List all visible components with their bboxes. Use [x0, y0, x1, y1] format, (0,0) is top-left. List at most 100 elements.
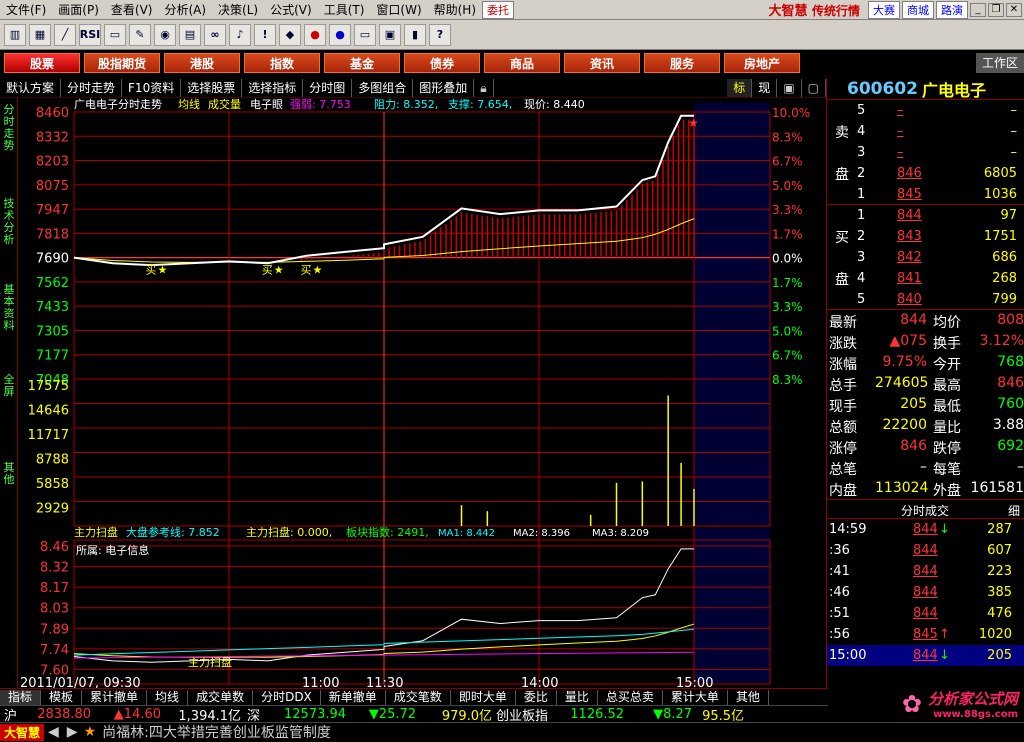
sh-value[interactable]: 2838.80 — [21, 707, 91, 722]
tick-row[interactable]: 15:00 844 ↓ 205 — [827, 645, 1024, 666]
news-prev-icon[interactable]: ◀ — [44, 724, 63, 740]
nav-fund[interactable]: 基金 — [324, 53, 400, 73]
collapse-icon[interactable]: ▢ — [802, 78, 826, 97]
panel-icon[interactable]: ▣ — [777, 78, 802, 97]
ruler-icon[interactable]: ▭ — [104, 23, 126, 46]
indicator-tab[interactable]: 总买总卖 — [598, 689, 663, 705]
indicator-tab[interactable]: 成交单数 — [188, 689, 254, 705]
indicator-tab[interactable]: 模板 — [41, 689, 83, 705]
screen-icon[interactable]: ▣ — [379, 23, 401, 46]
side-tab-other[interactable]: 其他 — [2, 462, 16, 492]
doc-icon[interactable]: ▭ — [354, 23, 376, 46]
rsi-icon[interactable]: RSI — [79, 23, 101, 46]
tab-label-biao[interactable]: 标 — [727, 78, 753, 97]
indicator-tab[interactable]: 累计撤单 — [82, 689, 148, 705]
option-default[interactable]: 默认方案 — [0, 78, 62, 97]
cy-value[interactable]: 1126.52 — [552, 707, 624, 722]
restore-icon[interactable]: ❐ — [988, 2, 1004, 17]
bell-icon[interactable]: ♪ — [229, 23, 251, 46]
nav-hk[interactable]: 港股 — [164, 53, 240, 73]
tick-row[interactable]: :41 844 223 — [827, 561, 1024, 582]
side-tab-intraday[interactable]: 分时走势 — [2, 104, 16, 174]
indicator-tab[interactable]: 新单撤单 — [321, 689, 386, 705]
menu-formula[interactable]: 公式(V) — [264, 1, 318, 18]
ticks-title[interactable]: 分时成交 — [901, 502, 949, 519]
ask-row[interactable]: 2 846 6805 — [857, 163, 1024, 184]
ask-row[interactable]: 5 – – — [857, 100, 1024, 121]
bars-icon[interactable]: ▮ — [404, 23, 426, 46]
circle-red-icon[interactable]: ● — [304, 23, 326, 46]
bid-row[interactable]: 2 843 1751 — [857, 226, 1024, 247]
indicator-tab[interactable]: 累计大单 — [663, 689, 728, 705]
tab-label-xian[interactable]: 现 — [752, 78, 778, 97]
nav-realestate[interactable]: 房地产 — [724, 53, 800, 73]
roadshow-button[interactable]: 路演 — [936, 0, 968, 19]
sz-value[interactable]: 12573.94 — [266, 707, 346, 722]
line-icon[interactable]: ╱ — [54, 23, 76, 46]
indicator-tab[interactable]: 委比 — [516, 689, 557, 705]
option-select-indicator[interactable]: 选择指标 — [242, 78, 304, 97]
tick-row[interactable]: :36 844 607 — [827, 540, 1024, 561]
menu-file[interactable]: 文件(F) — [0, 1, 52, 18]
contest-button[interactable]: 大赛 — [868, 0, 900, 19]
tick-row[interactable]: 14:59 844 ↓ 287 — [827, 519, 1024, 540]
nav-stocks[interactable]: 股票 — [4, 53, 80, 73]
indicator-tab[interactable]: 量比 — [557, 689, 598, 705]
bid-row[interactable]: 4 841 268 — [857, 268, 1024, 289]
option-intraday-chart[interactable]: 分时图 — [303, 78, 353, 97]
side-tab-fundamental[interactable]: 基本资料 — [2, 284, 16, 344]
entrust-button[interactable]: 委托 — [482, 0, 515, 19]
ask-row[interactable]: 1 845 1036 — [857, 184, 1024, 205]
bid-row[interactable]: 5 840 799 — [857, 289, 1024, 310]
nav-index[interactable]: 指数 — [244, 53, 320, 73]
news-next-icon[interactable]: ▶ — [63, 724, 82, 740]
ask-row[interactable]: 4 – – — [857, 121, 1024, 142]
menu-tools[interactable]: 工具(T) — [318, 1, 371, 18]
menu-help[interactable]: 帮助(H) — [428, 1, 482, 18]
help-icon[interactable]: ? — [429, 23, 451, 46]
minimize-icon[interactable]: _ — [970, 2, 986, 17]
alert-icon[interactable]: ! — [254, 23, 276, 46]
side-tab-tech[interactable]: 技术分析 — [2, 198, 16, 258]
indicator-tab[interactable]: 成交笔数 — [386, 689, 451, 705]
indicator-tab[interactable]: 指标 — [0, 689, 42, 705]
binoculars-icon[interactable]: ∞ — [204, 23, 226, 46]
option-intraday[interactable]: 分时走势 — [61, 78, 123, 97]
workspace-tab[interactable]: 工作区 — [975, 53, 1024, 73]
ask-row[interactable]: 3 – – — [857, 142, 1024, 163]
bid-row[interactable]: 3 842 686 — [857, 247, 1024, 268]
menu-decision[interactable]: 决策(L) — [212, 1, 264, 18]
indicator-tab[interactable]: 均线 — [147, 689, 189, 705]
globe-icon[interactable]: ● — [329, 23, 351, 46]
option-multi-chart[interactable]: 多图组合 — [352, 78, 414, 97]
menu-view-page[interactable]: 画面(P) — [52, 1, 105, 18]
side-tab-fullscreen[interactable]: 全屏 — [2, 374, 16, 404]
intraday-chart-svg[interactable]: 广电电子分时走势 均线 成交量 电子眼 强弱: 7.753 阻力: 8.352,… — [18, 98, 826, 688]
indicator-tab[interactable]: 分时DDX — [253, 689, 321, 705]
tick-row[interactable]: :51 844 476 — [827, 603, 1024, 624]
menu-analyze[interactable]: 分析(A) — [158, 1, 212, 18]
pen-icon[interactable]: ✎ — [129, 23, 151, 46]
tick-row[interactable]: :56 845 ↑ 1020 — [827, 624, 1024, 645]
indicator-tab[interactable]: 即时大单 — [451, 689, 516, 705]
chart-icon[interactable]: ▦ — [29, 23, 51, 46]
option-overlay[interactable]: 图形叠加 — [413, 78, 475, 97]
mall-button[interactable]: 商城 — [902, 0, 934, 19]
menu-view[interactable]: 查看(V) — [105, 1, 159, 18]
news-text[interactable]: 尚福林:四大举措完善创业板监管制度 — [98, 722, 335, 742]
ticks-detail-tab[interactable]: 细 — [1008, 502, 1020, 519]
option-f10[interactable]: F10资料 — [122, 78, 182, 97]
candle-icon[interactable]: ▥ — [4, 23, 26, 46]
close-icon[interactable]: ✕ — [1006, 2, 1022, 17]
nav-bond[interactable]: 债券 — [404, 53, 480, 73]
tick-row[interactable]: :46 844 385 — [827, 582, 1024, 603]
nav-service[interactable]: 服务 — [644, 53, 720, 73]
indicator-tab[interactable]: 其他 — [728, 689, 769, 705]
menu-window[interactable]: 窗口(W) — [370, 1, 427, 18]
grid-icon[interactable]: ▤ — [179, 23, 201, 46]
palette-icon[interactable]: ◉ — [154, 23, 176, 46]
bid-row[interactable]: 1 844 97 — [857, 205, 1024, 226]
lock-icon[interactable]: 🔒︎ — [474, 78, 494, 97]
diamond-icon[interactable]: ◆ — [279, 23, 301, 46]
nav-commodity[interactable]: 商品 — [484, 53, 560, 73]
